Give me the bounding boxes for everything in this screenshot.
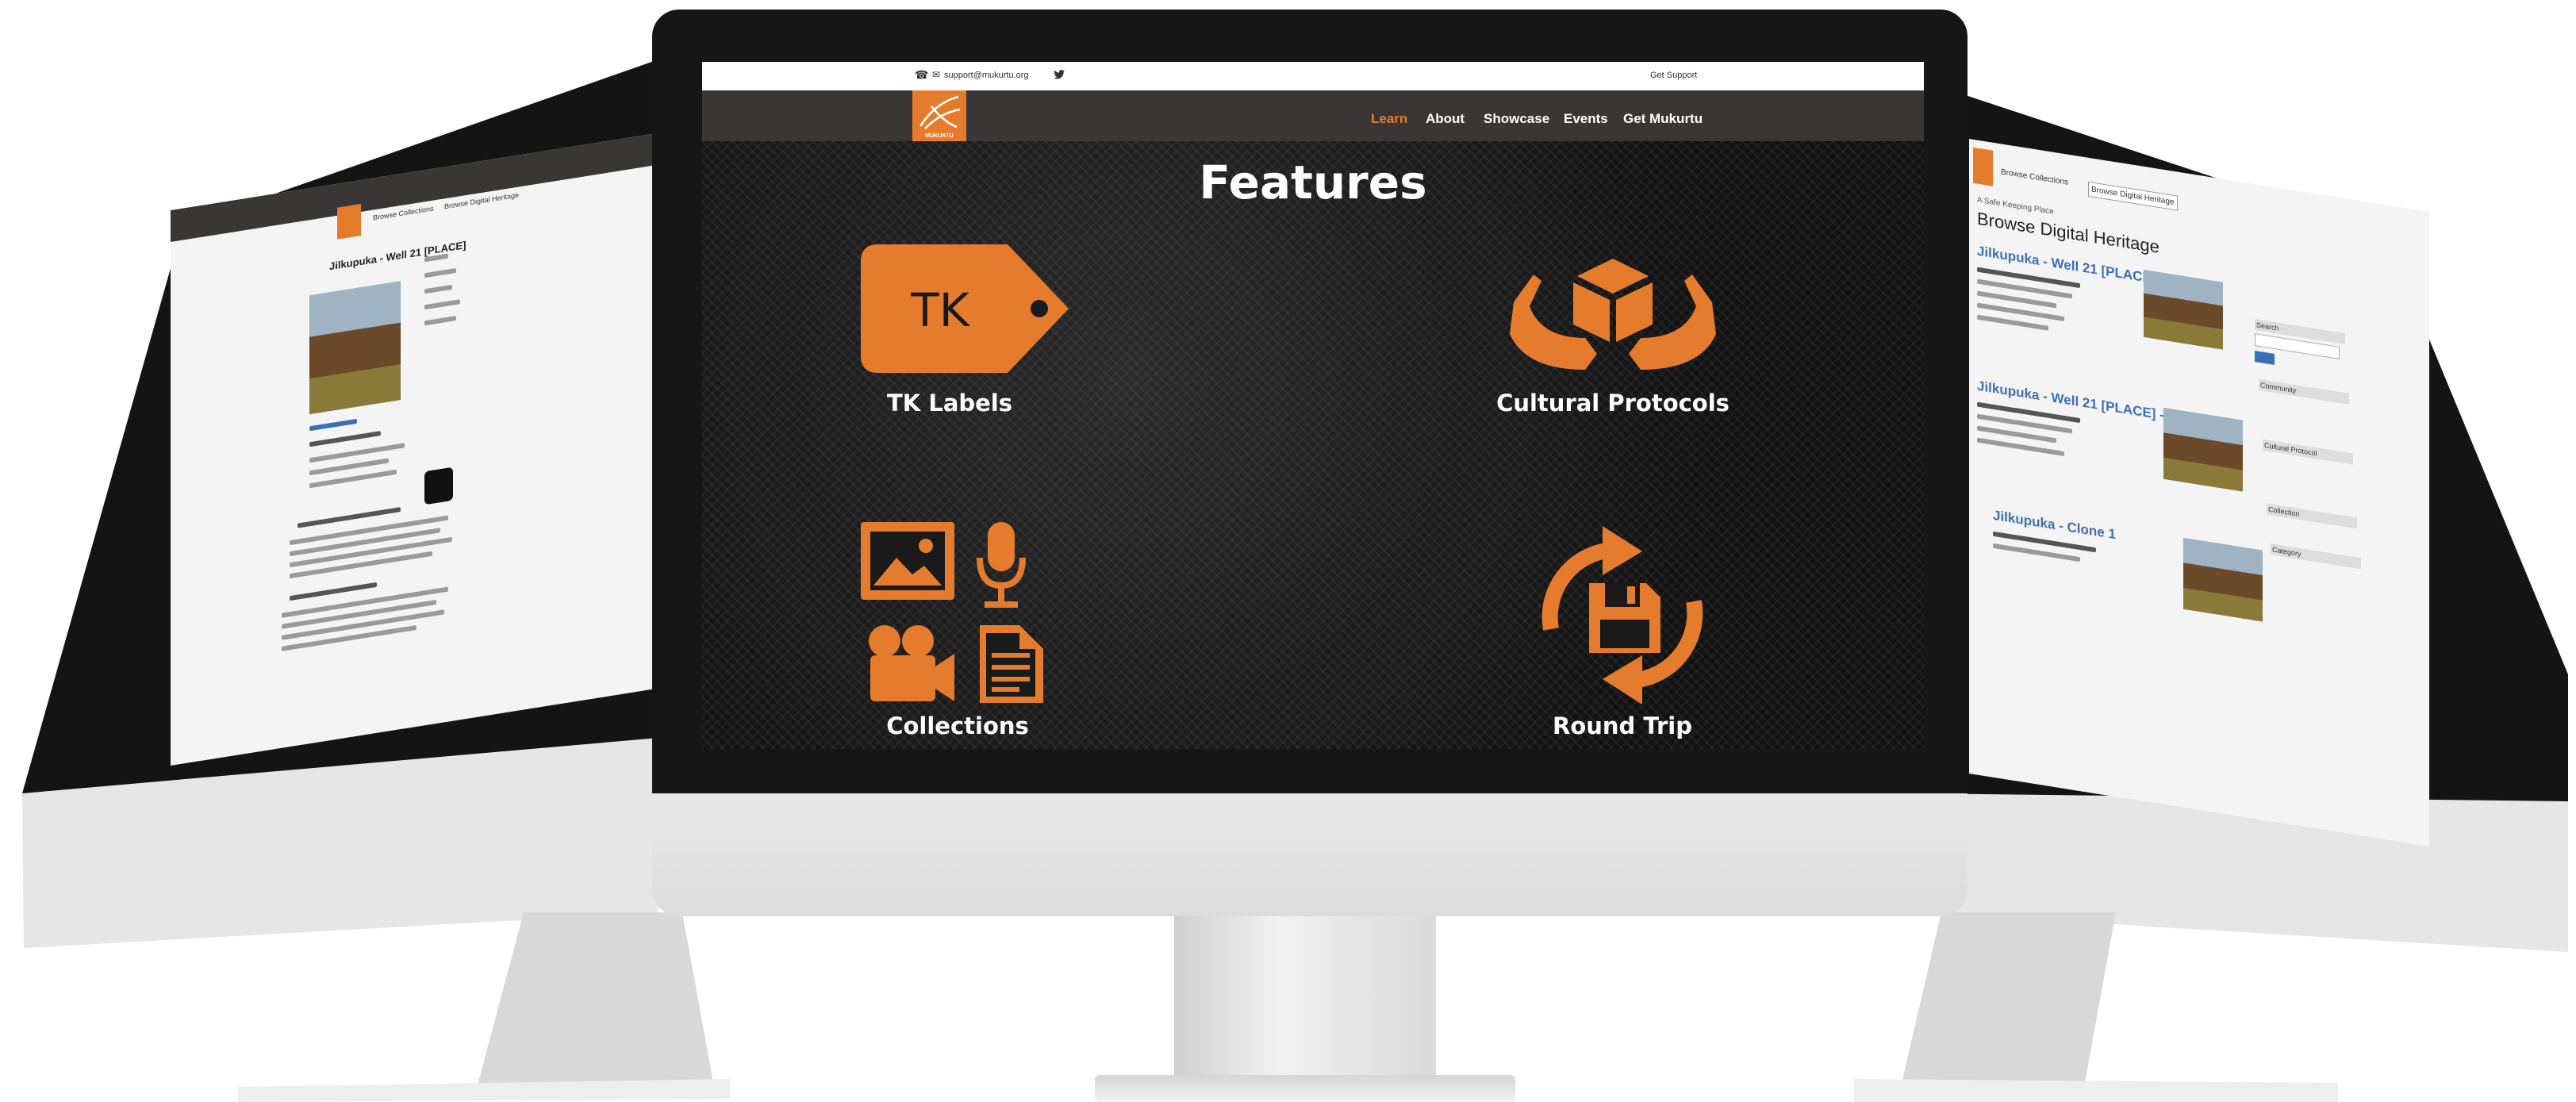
sidebar-category: Category: [2271, 543, 2361, 570]
sidebar-collection: Collection: [2267, 503, 2357, 529]
logo: [1973, 147, 1993, 186]
logo-text: MUKURTU: [925, 133, 954, 139]
main-nav: MUKURTU Learn About Showcase Events Get …: [702, 90, 1924, 143]
support-email-link[interactable]: support@mukurtu.org: [944, 71, 1029, 80]
tk-label-icon[interactable]: TK: [861, 244, 1071, 373]
nav-learn[interactable]: Learn: [1371, 111, 1407, 127]
feature-label-collections[interactable]: Collections: [799, 712, 1116, 739]
microphone-icon: [977, 522, 1026, 608]
list-item-thumbnail: [2163, 407, 2243, 492]
logo: [337, 203, 361, 240]
email-icon: ✉: [932, 69, 941, 80]
image-icon: [861, 522, 954, 600]
feature-label-round-trip[interactable]: Round Trip: [1464, 712, 1781, 739]
nav-showcase[interactable]: Showcase: [1484, 111, 1549, 127]
center-monitor-chin: [652, 793, 1968, 916]
list-item-thumbnail: [2144, 269, 2223, 350]
center-screen: ☎ ✉ support@mukurtu.org Get Support MUKU…: [702, 62, 1924, 749]
right-tab-heritage[interactable]: Browse Digital Heritage: [2088, 181, 2178, 211]
tk-label-text: TK: [910, 283, 970, 337]
feature-label-tk-labels[interactable]: TK Labels: [791, 390, 1108, 417]
document-icon: [980, 625, 1043, 703]
right-screen: Browse Collections Browse Digital Herita…: [1969, 139, 2429, 847]
right-tab-collections[interactable]: Browse Collections: [2001, 167, 2068, 186]
phone-icon[interactable]: ☎: [915, 68, 928, 82]
list-item-thumbnail: [2183, 537, 2263, 622]
feature-label-cultural-protocols[interactable]: Cultural Protocols: [1454, 390, 1772, 417]
nav-about[interactable]: About: [1426, 111, 1465, 127]
center-stand-base: [1095, 1075, 1515, 1102]
center-stand: [1174, 912, 1436, 1079]
mukurtu-logo[interactable]: MUKURTU: [912, 90, 966, 143]
left-screen: Browse Collections Browse Digital Herita…: [171, 132, 662, 766]
video-camera-icon: [869, 625, 954, 701]
features-title: Features: [1199, 156, 1427, 209]
sidebar-community: Community: [2259, 378, 2349, 405]
cultural-protocols-icon[interactable]: [1510, 259, 1716, 378]
nav-get-mukurtu[interactable]: Get Mukurtu: [1623, 111, 1703, 127]
get-support-link[interactable]: Get Support: [1650, 71, 1697, 80]
twitter-icon[interactable]: [1054, 70, 1065, 79]
round-trip-icon[interactable]: [1527, 526, 1718, 705]
sidebar-search-button[interactable]: [2255, 351, 2275, 365]
left-thumbnail: [309, 281, 401, 415]
utility-bar: ☎ ✉ support@mukurtu.org Get Support: [702, 62, 1924, 90]
collections-icon[interactable]: [861, 522, 1055, 705]
sidebar-protocol: Cultural Protocol: [2263, 439, 2353, 465]
tk-badge-icon: [424, 467, 453, 505]
nav-events[interactable]: Events: [1564, 111, 1608, 127]
